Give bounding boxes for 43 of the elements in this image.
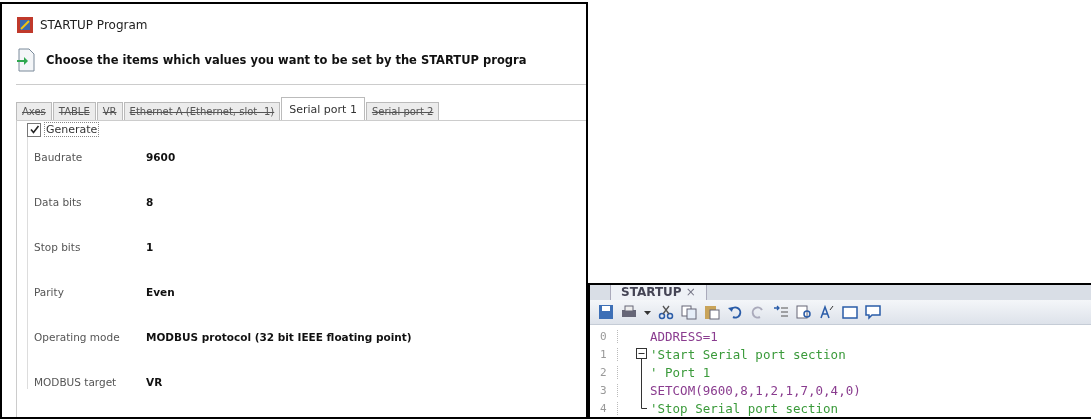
save-icon[interactable] xyxy=(598,304,614,320)
field-value: 1 xyxy=(146,240,154,253)
checkbox-label: Generate xyxy=(44,122,100,137)
field-label: MODBUS target xyxy=(34,375,118,388)
field-label: Parity xyxy=(34,285,65,298)
instruction-text: Choose the items which values you want to be set by the STARTUP progra xyxy=(46,53,527,67)
line-number: 4 xyxy=(590,401,618,415)
code-line: ADDRESS=1 xyxy=(650,328,718,344)
print-icon[interactable] xyxy=(621,304,637,320)
line-number: 3 xyxy=(590,383,618,397)
font-size-icon[interactable] xyxy=(819,304,835,320)
paste-icon[interactable] xyxy=(704,304,720,320)
field-value: 8 xyxy=(146,195,154,208)
line-number: 2 xyxy=(590,365,618,379)
field-value: VR xyxy=(146,375,163,388)
field-value: 9600 xyxy=(146,150,176,163)
collapse-icon[interactable] xyxy=(636,345,647,363)
code-line: SETCOM(9600,8,1,2,1,7,0,4,0) xyxy=(650,382,861,398)
close-button[interactable]: × xyxy=(685,285,696,299)
document-arrow-icon xyxy=(16,48,36,72)
tab[interactable]: Serial port 1 xyxy=(281,97,365,120)
checkbox[interactable] xyxy=(27,122,41,137)
code-line: 'Stop Serial port section xyxy=(650,400,839,416)
line-number: 0 xyxy=(590,329,618,343)
field-value: MODBUS protocol (32 bit IEEE floating point) xyxy=(146,330,412,343)
undo-icon[interactable] xyxy=(727,304,743,320)
app-icon xyxy=(16,16,34,34)
field-value: Even xyxy=(146,285,175,298)
code-line: ' Port 1 xyxy=(650,364,711,380)
indent-icon[interactable] xyxy=(773,304,789,320)
field-label: Stop bits xyxy=(34,240,82,253)
window-icon[interactable] xyxy=(842,304,858,320)
code-line: 'Start Serial port section xyxy=(650,346,846,362)
window-title: STARTUP Program xyxy=(40,18,148,32)
field-label: Data bits xyxy=(34,195,83,208)
cut-icon[interactable] xyxy=(658,304,674,320)
field-label: Operating mode xyxy=(34,330,121,343)
comment-icon[interactable] xyxy=(865,304,881,320)
editor-tab[interactable]: STARTUP × xyxy=(610,285,707,300)
field-label: Baudrate xyxy=(34,150,84,163)
copy-icon[interactable] xyxy=(681,304,697,320)
find-icon[interactable] xyxy=(796,304,812,320)
line-number: 1 xyxy=(590,347,618,361)
